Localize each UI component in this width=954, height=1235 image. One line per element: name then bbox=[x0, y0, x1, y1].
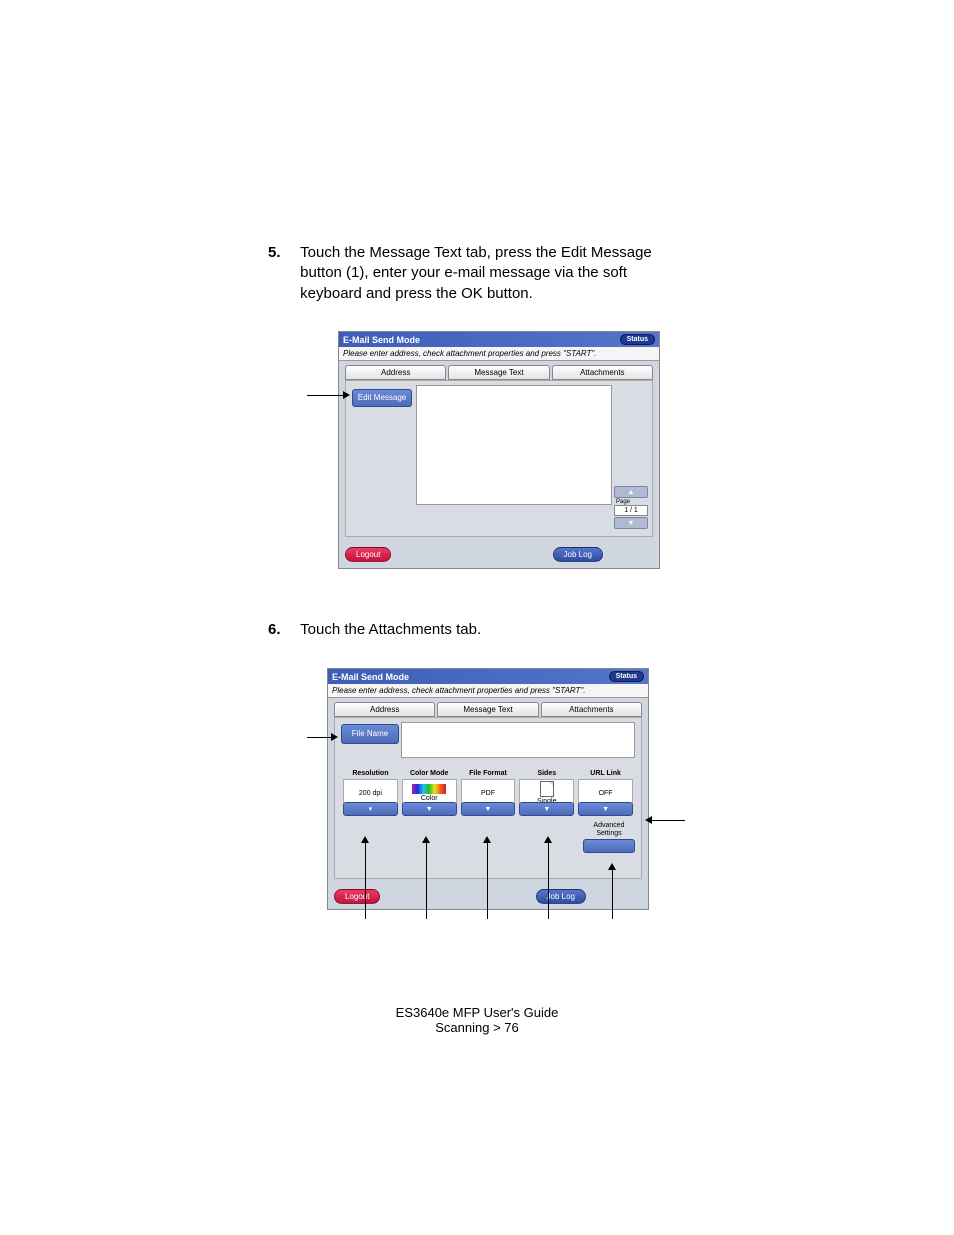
s1-instruction: Please enter address, check attachment p… bbox=[339, 347, 659, 361]
page-down-button[interactable]: ▼ bbox=[614, 517, 648, 529]
page-footer: ES3640e MFP User's Guide Scanning > 76 bbox=[0, 1005, 954, 1035]
s1-tab-address[interactable]: Address bbox=[345, 365, 446, 380]
s1-joblog-button[interactable]: Job Log bbox=[553, 547, 603, 562]
opt-sides-label: Sides bbox=[519, 770, 574, 777]
sides-dropdown[interactable]: ▼ bbox=[519, 802, 574, 816]
step-5-text: Touch the Message Text tab, press the Ed… bbox=[300, 243, 690, 304]
fileformat-dropdown[interactable]: ▼ bbox=[461, 802, 516, 816]
s2-tab-attachments[interactable]: Attachments bbox=[541, 702, 642, 717]
step-6-number: 6. bbox=[268, 620, 296, 640]
s2-instruction: Please enter address, check attachment p… bbox=[328, 684, 648, 698]
page-value: 1 / 1 bbox=[614, 505, 648, 516]
s2-joblog-button[interactable]: Job Log bbox=[536, 889, 586, 904]
page-up-button[interactable]: ▲ bbox=[614, 486, 648, 498]
s1-title: E-Mail Send Mode bbox=[343, 335, 420, 345]
screenshot-message-text: E-Mail Send Mode Status Please enter add… bbox=[338, 331, 660, 569]
colormode-dropdown[interactable]: ▼ bbox=[402, 802, 457, 816]
file-name-button[interactable]: File Name bbox=[341, 724, 399, 744]
file-name-field[interactable] bbox=[401, 722, 635, 758]
message-textarea[interactable] bbox=[416, 385, 612, 505]
edit-message-button[interactable]: Edit Message bbox=[352, 389, 412, 407]
opt-urllink-label: URL Link bbox=[578, 770, 633, 777]
s2-status-button[interactable]: Status bbox=[609, 671, 644, 682]
advanced-settings-label: Advanced Settings bbox=[583, 822, 635, 837]
step-5-number: 5. bbox=[268, 243, 296, 263]
s1-tab-message-text[interactable]: Message Text bbox=[448, 365, 549, 380]
urllink-dropdown[interactable]: ▼ bbox=[578, 802, 633, 816]
opt-resolution-label: Resolution bbox=[343, 770, 398, 777]
advanced-settings-button[interactable] bbox=[583, 839, 635, 853]
step-6-text: Touch the Attachments tab. bbox=[300, 620, 690, 640]
s2-title: E-Mail Send Mode bbox=[332, 672, 409, 682]
opt-colormode-label: Color Mode bbox=[402, 770, 457, 777]
s1-status-button[interactable]: Status bbox=[620, 334, 655, 345]
screenshot-attachments: E-Mail Send Mode Status Please enter add… bbox=[327, 668, 649, 910]
color-swatch-icon bbox=[412, 784, 446, 794]
s1-logout-button[interactable]: Logout bbox=[345, 547, 391, 562]
s1-tab-attachments[interactable]: Attachments bbox=[552, 365, 653, 380]
s2-tab-address[interactable]: Address bbox=[334, 702, 435, 717]
resolution-dropdown[interactable]: ▾ bbox=[343, 802, 398, 816]
single-page-icon bbox=[540, 781, 554, 797]
s2-tab-message-text[interactable]: Message Text bbox=[437, 702, 538, 717]
opt-fileformat-label: File Format bbox=[461, 770, 516, 777]
s2-logout-button[interactable]: Logout bbox=[334, 889, 380, 904]
